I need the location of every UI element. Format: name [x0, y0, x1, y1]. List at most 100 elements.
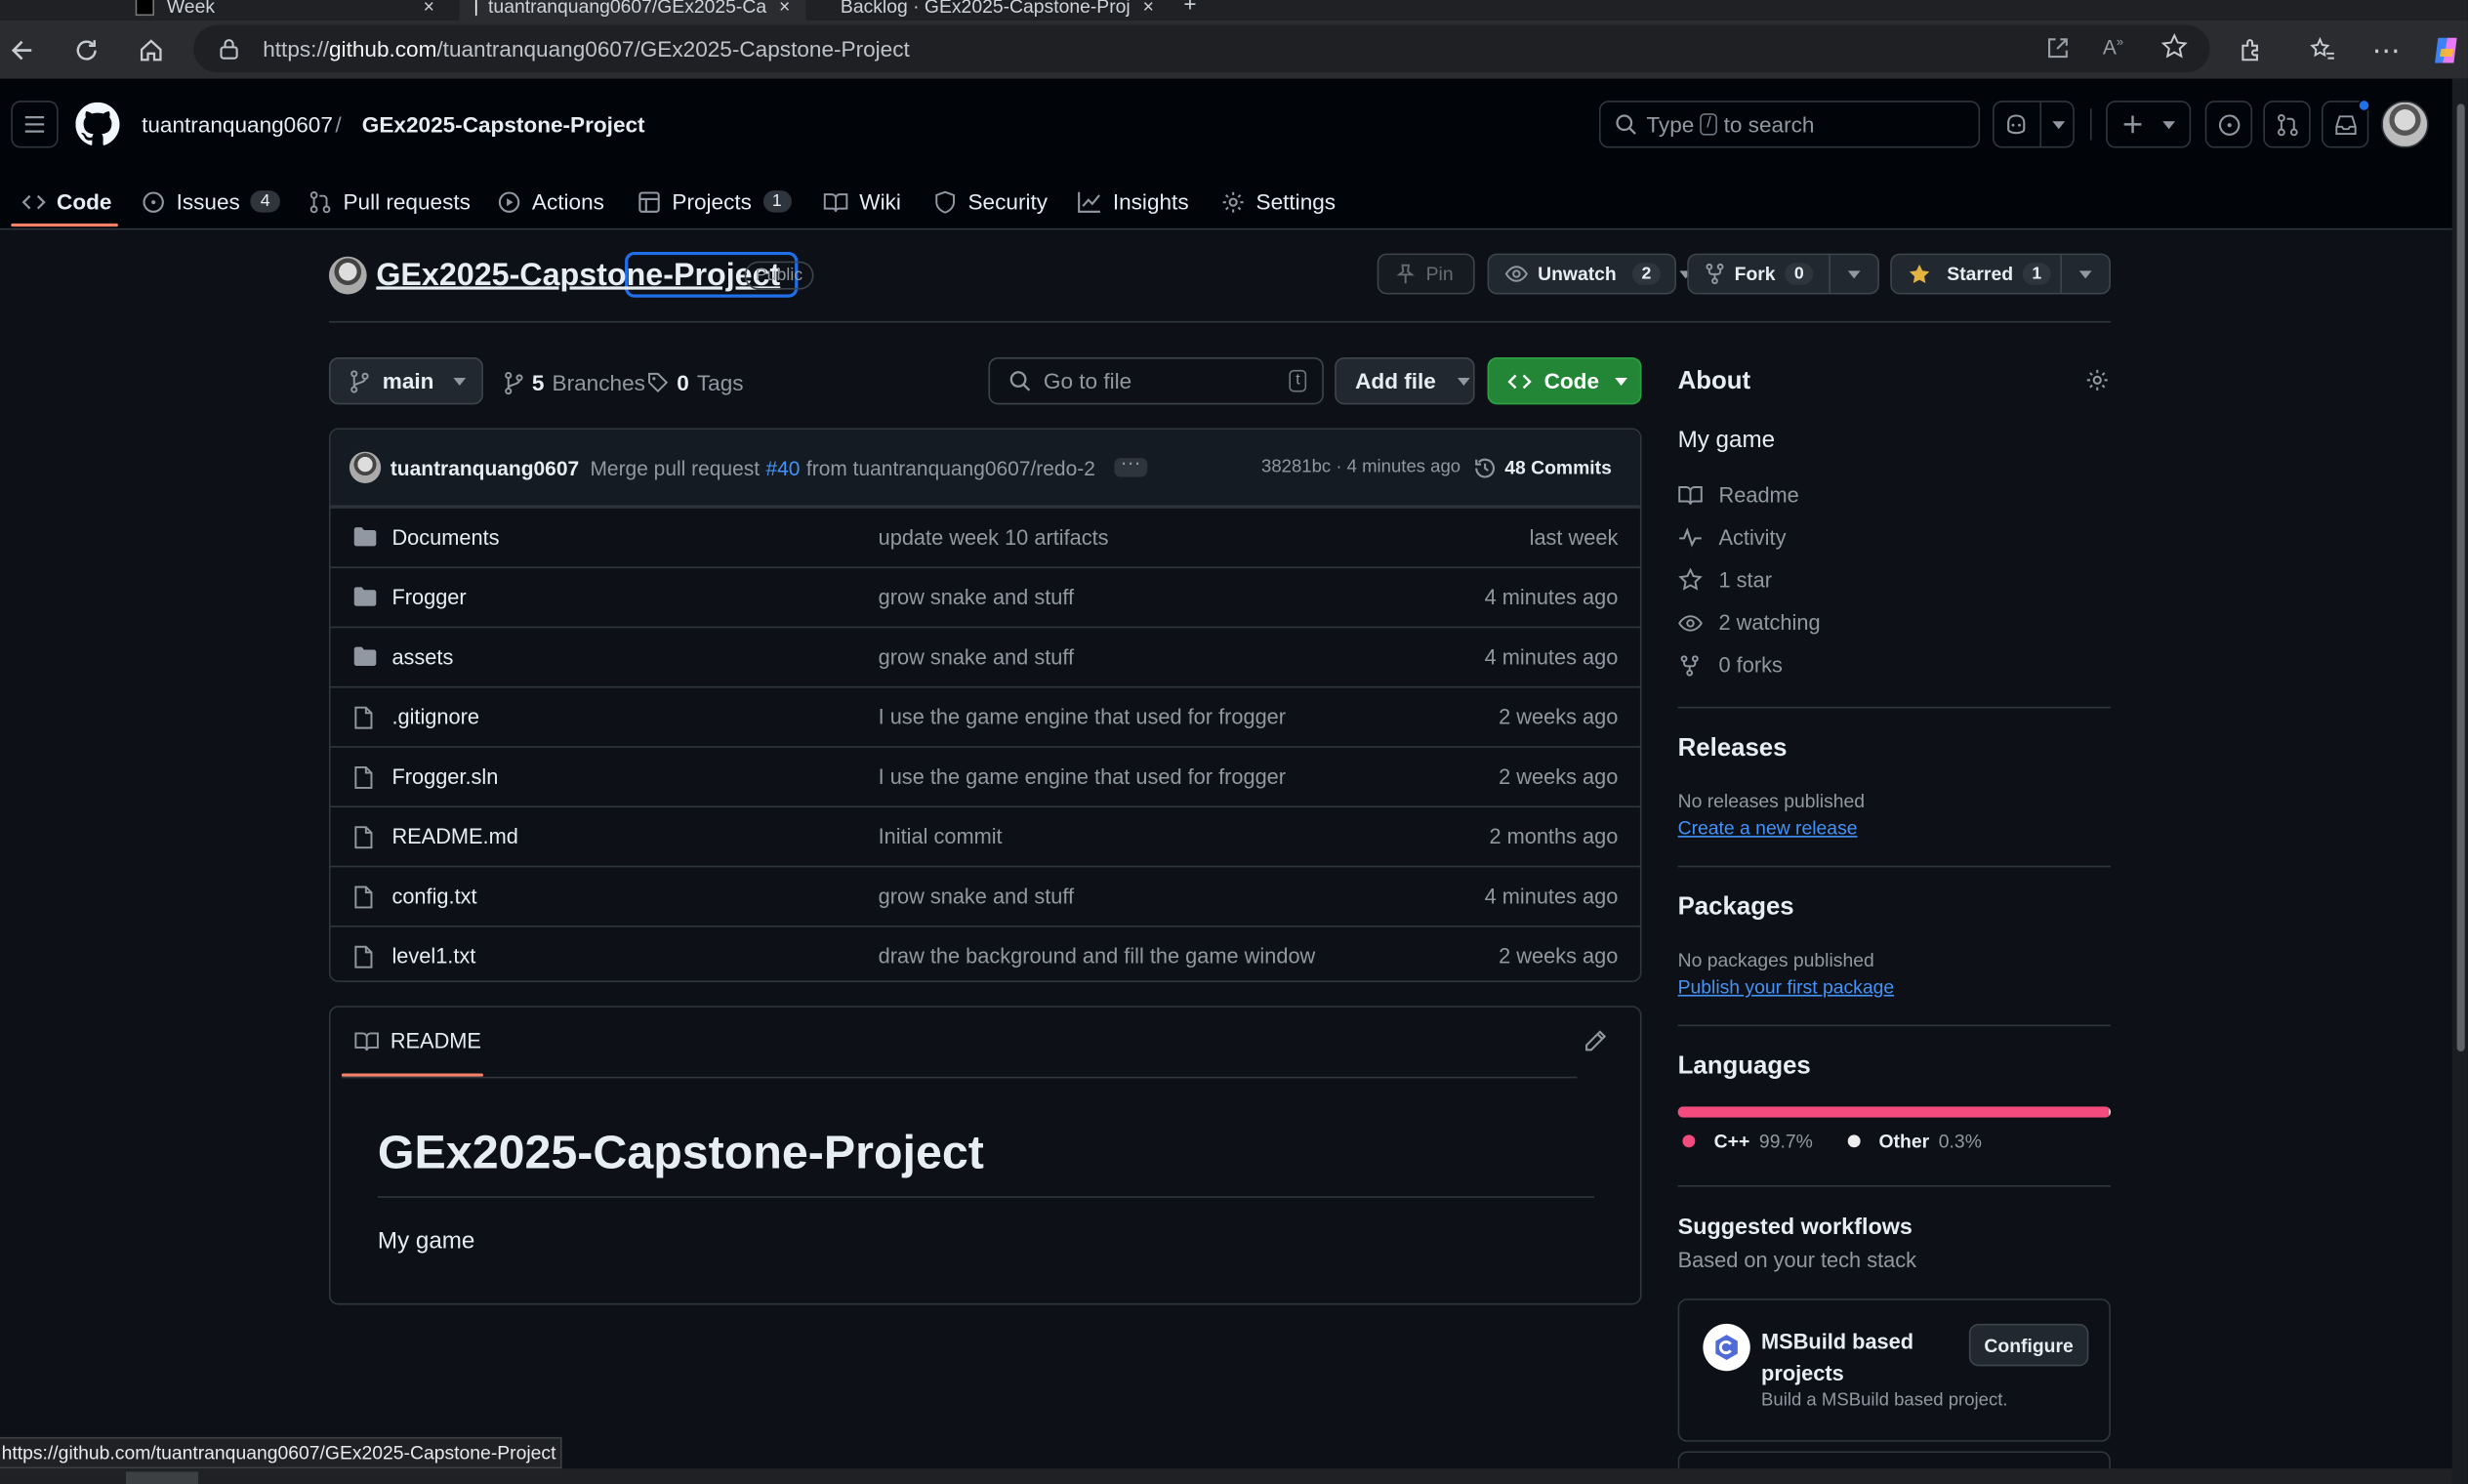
- forks-link[interactable]: 0 forks: [1678, 653, 1783, 677]
- add-file-button[interactable]: Add file: [1335, 356, 1475, 405]
- file-commit-time[interactable]: 4 minutes ago: [1485, 885, 1619, 908]
- browser-tab[interactable]: Week ×: [120, 0, 451, 21]
- file-row[interactable]: config.txt grow snake and stuff 4 minutes …: [330, 865, 1640, 926]
- search-input[interactable]: Type / to search: [1598, 101, 1981, 148]
- author-avatar[interactable]: [349, 451, 382, 483]
- copilot-button[interactable]: [1993, 101, 2075, 148]
- tab-wiki[interactable]: Wiki: [823, 173, 901, 229]
- home-icon[interactable]: [134, 33, 168, 67]
- file-name[interactable]: README.md: [391, 825, 517, 848]
- lock-icon[interactable]: [219, 38, 239, 61]
- close-icon[interactable]: ×: [1143, 0, 1154, 17]
- file-commit-message[interactable]: I use the game engine that used for frog…: [879, 705, 1286, 728]
- breadcrumb-repo[interactable]: GEx2025-Capstone-Project: [362, 111, 645, 137]
- pull-requests-icon[interactable]: [2263, 101, 2311, 148]
- language-item[interactable]: C++ 99.7%: [1682, 1131, 1813, 1152]
- copilot-icon[interactable]: [2429, 33, 2463, 67]
- file-name[interactable]: assets: [391, 645, 453, 669]
- file-commit-time[interactable]: 4 minutes ago: [1485, 645, 1619, 669]
- gear-icon[interactable]: [2085, 368, 2109, 392]
- file-name[interactable]: Documents: [391, 525, 499, 549]
- tab-insights[interactable]: Insights: [1077, 173, 1189, 229]
- commit-hash-time[interactable]: 38281bc · 4 minutes ago: [1261, 458, 1460, 476]
- hamburger-menu-icon[interactable]: [11, 101, 59, 148]
- file-commit-message[interactable]: Initial commit: [879, 825, 1003, 848]
- language-item[interactable]: Other 0.3%: [1847, 1131, 1982, 1152]
- browser-tab[interactable]: Backlog · GEx2025-Capstone-Proj ×: [812, 0, 1162, 21]
- file-row[interactable]: .gitignore I use the game engine that use…: [330, 685, 1640, 746]
- open-in-app-icon[interactable]: [2046, 36, 2070, 60]
- owner-avatar[interactable]: [328, 256, 367, 295]
- branches-link[interactable]: 5 Branches: [504, 370, 645, 395]
- avatar[interactable]: [2381, 101, 2429, 148]
- packages-heading[interactable]: Packages: [1678, 894, 1794, 923]
- file-row[interactable]: assets grow snake and stuff 4 minutes ago: [330, 626, 1640, 686]
- workflow-title[interactable]: MSBuild based projects: [1761, 1327, 1913, 1389]
- releases-heading[interactable]: Releases: [1678, 735, 1788, 763]
- file-commit-message[interactable]: draw the background and fill the game wi…: [879, 944, 1316, 968]
- tab-actions[interactable]: Actions: [497, 173, 604, 229]
- file-row[interactable]: Frogger.sln I use the game engine that us…: [330, 746, 1640, 805]
- tab-security[interactable]: Security: [933, 173, 1048, 229]
- branch-selector[interactable]: main: [328, 356, 483, 405]
- readme-tab[interactable]: README: [354, 1029, 481, 1053]
- chevron-down-icon[interactable]: [2060, 255, 2109, 293]
- taskbar-item[interactable]: [125, 1471, 199, 1484]
- tab-code[interactable]: Code: [21, 173, 111, 229]
- back-icon[interactable]: [5, 33, 39, 67]
- file-commit-message[interactable]: grow snake and stuff: [879, 645, 1074, 669]
- tab-projects[interactable]: Projects 1: [638, 173, 792, 229]
- starred-button[interactable]: Starred 1: [1890, 253, 2111, 295]
- edit-pencil-icon[interactable]: [1584, 1029, 1607, 1052]
- favorite-star-icon[interactable]: [2160, 32, 2188, 60]
- go-to-file-input[interactable]: Go to file t: [988, 356, 1324, 405]
- extensions-icon[interactable]: [2234, 33, 2268, 67]
- chevron-down-icon[interactable]: [2039, 102, 2074, 146]
- file-name[interactable]: Frogger: [391, 586, 466, 609]
- expand-ellipsis-icon[interactable]: ···: [1114, 452, 1148, 477]
- commit-pr-link[interactable]: #40: [765, 456, 800, 479]
- commit-message[interactable]: Merge pull request: [590, 456, 760, 479]
- refresh-icon[interactable]: [69, 33, 103, 67]
- pin-button[interactable]: Pin: [1377, 253, 1475, 295]
- tab-settings[interactable]: Settings: [1221, 173, 1336, 229]
- file-commit-time[interactable]: 2 weeks ago: [1499, 705, 1618, 728]
- file-name[interactable]: Frogger.sln: [391, 765, 498, 789]
- file-commit-time[interactable]: 2 weeks ago: [1499, 765, 1618, 789]
- read-aloud-icon[interactable]: A»: [2103, 34, 2123, 59]
- publish-package-link[interactable]: Publish your first package: [1678, 976, 1895, 999]
- file-commit-message[interactable]: update week 10 artifacts: [879, 525, 1109, 549]
- commit-message-suffix[interactable]: from tuantranquang0607/redo-2: [806, 456, 1095, 479]
- scrollbar-thumb[interactable]: [2456, 103, 2465, 1051]
- readme-link[interactable]: Readme: [1678, 483, 1799, 507]
- create-release-link[interactable]: Create a new release: [1678, 817, 1858, 840]
- activity-link[interactable]: Activity: [1678, 525, 1786, 550]
- configure-button[interactable]: Configure: [1968, 1323, 2089, 1367]
- file-commit-time[interactable]: 2 weeks ago: [1499, 944, 1618, 968]
- new-tab-icon[interactable]: +: [1183, 0, 1196, 16]
- file-commit-message[interactable]: grow snake and stuff: [879, 586, 1074, 609]
- more-icon[interactable]: ⋯: [2368, 33, 2403, 67]
- file-row[interactable]: level1.txt draw the background and fill t…: [330, 925, 1640, 985]
- issues-icon[interactable]: [2204, 101, 2253, 148]
- file-name[interactable]: config.txt: [391, 885, 476, 908]
- github-logo-icon[interactable]: [75, 102, 120, 146]
- file-row[interactable]: Documents update week 10 artifacts last we…: [330, 507, 1640, 566]
- address-bar[interactable]: https://github.com/tuantranquang0607/GEx…: [193, 24, 2210, 73]
- fork-button[interactable]: Fork 0: [1687, 253, 1879, 295]
- file-row[interactable]: Frogger grow snake and stuff 4 minutes ago: [330, 566, 1640, 626]
- file-commit-message[interactable]: grow snake and stuff: [879, 885, 1074, 908]
- tab-issues[interactable]: Issues 4: [142, 173, 280, 229]
- browser-tab-active[interactable]: tuantranquang0607/GEx2025-Ca ×: [459, 0, 806, 21]
- file-commit-time[interactable]: 2 months ago: [1489, 825, 1618, 848]
- favorites-icon[interactable]: [2306, 33, 2340, 67]
- breadcrumb-owner[interactable]: tuantranquang0607: [142, 111, 333, 137]
- tab-pull-requests[interactable]: Pull requests: [308, 173, 471, 229]
- chevron-down-icon[interactable]: [1829, 255, 1877, 293]
- file-row[interactable]: README.md Initial commit 2 months ago: [330, 805, 1640, 865]
- file-commit-time[interactable]: last week: [1530, 525, 1619, 549]
- code-button[interactable]: Code: [1487, 356, 1642, 405]
- repo-title[interactable]: GEx2025-Capstone-Project: [376, 258, 780, 294]
- commit-author[interactable]: tuantranquang0607: [391, 456, 579, 479]
- file-name[interactable]: .gitignore: [391, 705, 479, 728]
